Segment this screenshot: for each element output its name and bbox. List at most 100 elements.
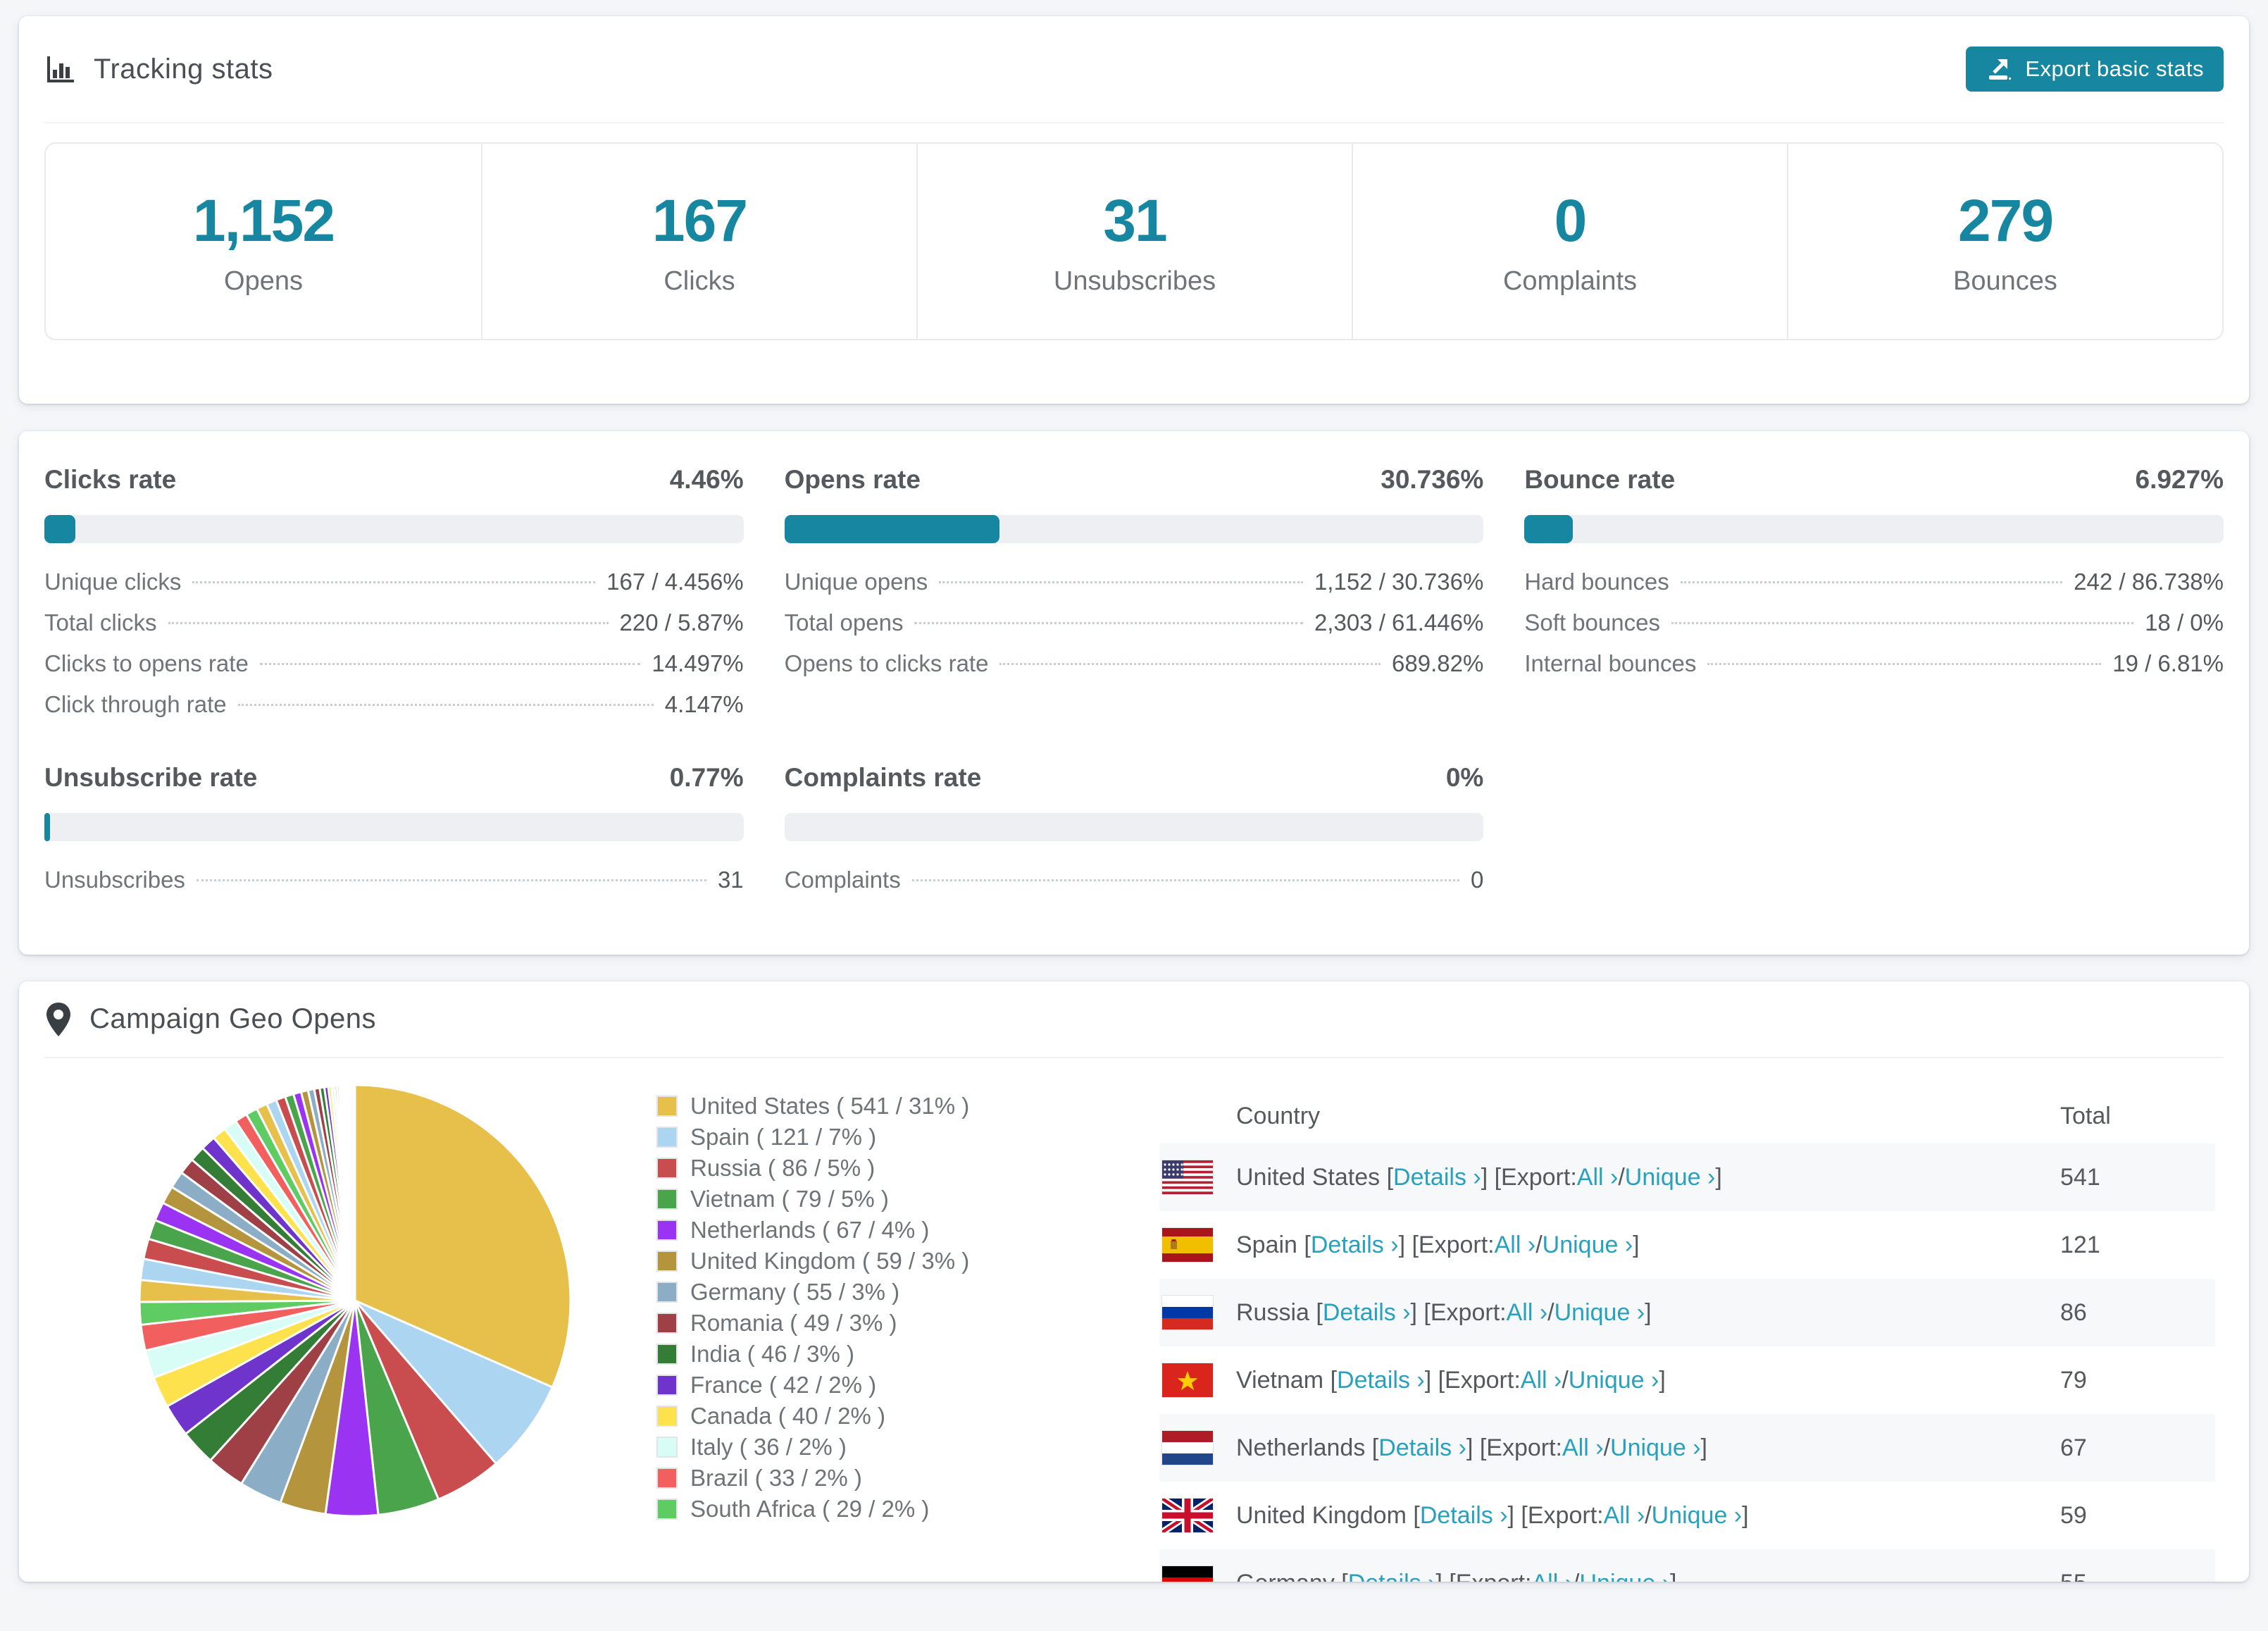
dotted-leader (914, 622, 1303, 624)
legend-item-romania[interactable]: Romania ( 49 / 3% ) (656, 1308, 987, 1339)
export-button-label: Export basic stats (2025, 56, 2204, 81)
legend-label: South Africa ( 29 / 2% ) (690, 1496, 930, 1522)
legend-item-india[interactable]: India ( 46 / 3% ) (656, 1339, 987, 1370)
rate-rows-opens: Unique opens 1,152 / 30.736% Total opens 2,… (785, 569, 1484, 691)
legend-item-russia[interactable]: Russia ( 86 / 5% ) (656, 1153, 987, 1184)
progress-fill-clicks (44, 515, 76, 543)
legend-label: Italy ( 36 / 2% ) (690, 1434, 847, 1460)
campaign-geo-opens-card: Campaign Geo Opens United States ( 541 /… (19, 981, 2249, 1582)
pie-slice-other[interactable] (353, 1084, 356, 1302)
stat-label-bounces: Bounces (1953, 266, 2057, 296)
details-link[interactable]: Details › (1393, 1164, 1481, 1191)
bracket: ] [Export: (1424, 1366, 1521, 1394)
legend-item-germany[interactable]: Germany ( 55 / 3% ) (656, 1277, 987, 1308)
country-name: Netherlands (1236, 1434, 1372, 1461)
stat-row-label: Unique opens (784, 569, 928, 595)
export-unique-link[interactable]: Unique › (1554, 1299, 1645, 1327)
legend-label: Brazil ( 33 / 2% ) (690, 1465, 862, 1491)
rate-section-unsubscribe: Unsubscribe rate 0.77% Unsubscribes 31 (44, 763, 744, 907)
bracket: [ (1341, 1570, 1347, 1582)
legend-item-south-africa[interactable]: South Africa ( 29 / 2% ) (656, 1494, 987, 1525)
legend-item-spain[interactable]: Spain ( 121 / 7% ) (656, 1122, 987, 1153)
total-cell: 86 (2060, 1298, 2087, 1326)
stat-row-value: 4.147% (664, 691, 744, 717)
bracket: ] (1633, 1231, 1640, 1258)
export-all-link[interactable]: All › (1495, 1232, 1536, 1259)
slash: / (1645, 1501, 1652, 1529)
stat-row-value: 19 / 6.81% (2112, 650, 2224, 676)
progress-track-bounce (1524, 515, 2224, 543)
rate-section-bounce: Bounce rate 6.927% Hard bounces 242 / 86.73… (1524, 465, 2224, 732)
country-cell: Spain [Details ›] [Export: All › / Uniqu… (1159, 1228, 2060, 1262)
legend-label: France ( 42 / 2% ) (690, 1372, 877, 1398)
progress-fill-unsubscribe (44, 813, 50, 841)
stat-row-label: Opens to clicks rate (784, 650, 989, 676)
progress-fill-opens (784, 515, 999, 543)
legend-swatch-icon (656, 1220, 678, 1241)
bracket: ] (1645, 1298, 1652, 1326)
export-all-link[interactable]: All › (1507, 1299, 1548, 1327)
flag-russia-icon (1162, 1296, 1213, 1329)
legend-item-vietnam[interactable]: Vietnam ( 79 / 5% ) (656, 1184, 987, 1215)
bracket: [ (1304, 1231, 1311, 1258)
stat-label-opens: Opens (224, 266, 303, 296)
details-link[interactable]: Details › (1337, 1367, 1425, 1394)
rate-value-bounce: 6.927% (2135, 465, 2224, 494)
details-link[interactable]: Details › (1420, 1502, 1508, 1530)
total-cell: 59 (2060, 1501, 2087, 1529)
export-basic-stats-button[interactable]: Export basic stats (1966, 46, 2224, 92)
export-unique-link[interactable]: Unique › (1625, 1164, 1716, 1191)
legend-swatch-icon (656, 1096, 678, 1117)
legend-swatch-icon (656, 1282, 678, 1303)
legend-item-france[interactable]: France ( 42 / 2% ) (656, 1370, 987, 1401)
legend-item-italy[interactable]: Italy ( 36 / 2% ) (656, 1432, 987, 1463)
details-link[interactable]: Details › (1323, 1299, 1411, 1327)
geo-table-header-row: Country Total (1159, 1089, 2215, 1143)
flag-spain-icon (1162, 1228, 1213, 1262)
legend-label: Canada ( 40 / 2% ) (690, 1403, 885, 1429)
bracket: [ (1330, 1366, 1338, 1394)
rate-rows-complaints: Complaints 0 (785, 867, 1484, 907)
table-row-nl: Netherlands [Details ›] [Export: All › /… (1159, 1414, 2215, 1482)
country-name: Vietnam (1236, 1366, 1331, 1394)
flag-germany-icon (1162, 1566, 1213, 1582)
export-unique-link[interactable]: Unique › (1543, 1232, 1633, 1259)
details-link[interactable]: Details › (1311, 1232, 1399, 1259)
country-cell: United States [Details ›] [Export: All ›… (1159, 1160, 2060, 1194)
stat-row-value: 689.82% (1392, 650, 1484, 676)
export-all-link[interactable]: All › (1562, 1434, 1604, 1462)
export-unique-link[interactable]: Unique › (1580, 1570, 1671, 1582)
export-all-link[interactable]: All › (1604, 1502, 1645, 1530)
rate-head-clicks: Clicks rate 4.46% (44, 465, 744, 497)
total-cell: 55 (2060, 1570, 2215, 1582)
legend-item-netherlands[interactable]: Netherlands ( 67 / 4% ) (656, 1215, 987, 1246)
page-title: Tracking stats (44, 53, 273, 85)
table-row-gb: United Kingdom [Details ›] [Export: All … (1159, 1482, 2215, 1549)
legend-item-brazil[interactable]: Brazil ( 33 / 2% ) (656, 1463, 987, 1494)
summary-cell-complaints: 0 Complaints (1352, 144, 1787, 339)
rate-section-clicks: Clicks rate 4.46% Unique clicks 167 / 4.456… (44, 465, 744, 732)
details-link[interactable]: Details › (1348, 1570, 1436, 1582)
export-all-link[interactable]: All › (1577, 1164, 1619, 1191)
export-all-link[interactable]: All › (1521, 1367, 1562, 1394)
slash: / (1573, 1570, 1579, 1582)
stat-row: Unique clicks 167 / 4.456% (44, 569, 744, 609)
export-unique-link[interactable]: Unique › (1652, 1502, 1743, 1530)
legend-swatch-icon (656, 1313, 678, 1334)
country-cell: Germany [Details ›] [Export: All › / Uni… (1159, 1566, 2060, 1582)
rate-section-complaints: Complaints rate 0% Complaints 0 (784, 763, 1484, 907)
geo-table-body: United States [Details ›] [Export: All ›… (1159, 1143, 2215, 1582)
legend-item-united-kingdom[interactable]: United Kingdom ( 59 / 3% ) (656, 1246, 987, 1277)
bracket: ] [Export: (1410, 1298, 1507, 1326)
export-unique-link[interactable]: Unique › (1569, 1367, 1659, 1394)
legend-label: Germany ( 55 / 3% ) (690, 1279, 900, 1305)
progress-fill-bounce (1524, 515, 1574, 543)
legend-item-united-states[interactable]: United States ( 541 / 31% ) (656, 1091, 987, 1122)
stat-row: Clicks to opens rate 14.497% (44, 650, 744, 691)
stat-row-value: 1,152 / 30.736% (1314, 569, 1484, 595)
details-link[interactable]: Details › (1378, 1434, 1466, 1462)
dotted-leader (168, 622, 609, 624)
legend-item-canada[interactable]: Canada ( 40 / 2% ) (656, 1401, 987, 1432)
export-all-link[interactable]: All › (1531, 1570, 1573, 1582)
export-unique-link[interactable]: Unique › (1610, 1434, 1701, 1462)
